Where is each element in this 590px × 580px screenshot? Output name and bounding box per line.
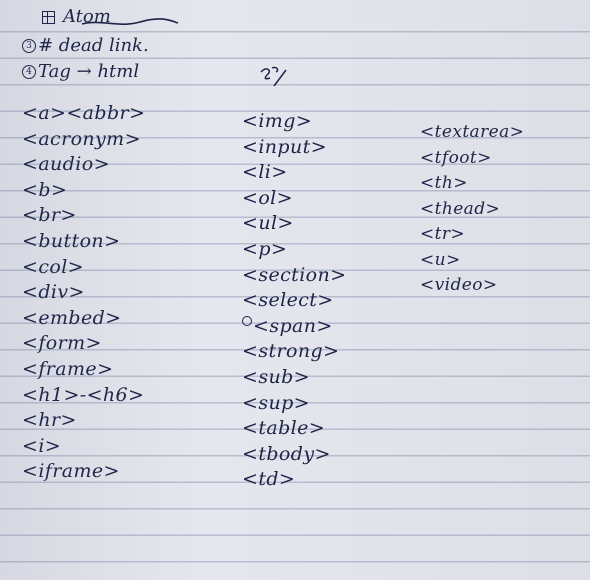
tag-list-item: <col> <box>22 255 84 278</box>
tag-list-item: <table> <box>242 417 326 440</box>
tag-list-item: <p> <box>242 237 288 260</box>
tag-list-item: <ol> <box>242 186 293 209</box>
tag-list-item: <textarea> <box>420 122 525 142</box>
tag-list-item: <br> <box>22 204 77 227</box>
tag-list-item: <hr> <box>22 409 77 432</box>
tag-column-1: <a><abbr> <acronym> <audio> <b> <br> <button>… <box>22 101 145 485</box>
circled-number-icon: 3 <box>22 39 36 53</box>
tag-list-item: <strong> <box>242 340 340 363</box>
tag-list-item: <span> <box>242 314 346 340</box>
tag-list-item: <img> <box>242 110 313 132</box>
tag-list-item: <h1>-<h6> <box>22 383 145 406</box>
tag-list-item: <embed> <box>22 306 122 329</box>
tag-list-item: <section> <box>242 263 347 286</box>
header-line-tag-html: 4 Tag → html <box>22 61 139 82</box>
tag-list-item: <thead> <box>420 198 501 219</box>
tag-list-item: <ul> <box>242 212 294 235</box>
tag-list-item: <u> <box>420 249 461 270</box>
header-dead-link-text: # dead link. <box>38 35 149 56</box>
tag-list-item: <acronym> <box>22 127 141 150</box>
tag-list-item: <tfoot> <box>420 147 492 168</box>
tag-list-item: <input> <box>242 135 327 158</box>
tag-list-item: <tr> <box>420 224 466 244</box>
tag-list-item: <button> <box>22 229 121 252</box>
tag-list-item: <audio> <box>22 153 110 176</box>
tag-list-item: <td> <box>242 468 296 491</box>
tag-list-item: <sup> <box>242 391 310 414</box>
header-tag-text: Tag <box>38 61 71 82</box>
tag-column-3: <textarea> <tfoot> <th> <thead> <tr> <u> <vide… <box>420 120 524 299</box>
tag-list-item: <video> <box>420 275 498 295</box>
tag-list-item: <i> <box>22 434 62 457</box>
tag-list-item: <tbody> <box>242 442 331 465</box>
arrow-text: → <box>76 61 92 82</box>
tag-text: <span> <box>253 314 333 337</box>
header-line-dead-link: 3 # dead link. <box>22 35 149 56</box>
header-title: Atom <box>63 6 111 27</box>
tag-list-item: <div> <box>22 281 85 304</box>
tag-list-item: <b> <box>22 178 68 201</box>
tag-list-item: <form> <box>22 332 102 355</box>
box-bullet-icon <box>42 10 55 24</box>
header-title-line: Atom <box>42 6 111 27</box>
header-html-text: html <box>97 61 140 82</box>
tag-list-item: <a><abbr> <box>22 102 146 124</box>
notebook-page: Atom 3 # dead link. 4 Tag → html <a><abbr>… <box>0 0 590 580</box>
circled-number-icon: 4 <box>22 65 36 79</box>
tag-column-2: <img> <input> <li> <ol> <ul> <p> <section> <sel… <box>242 109 346 493</box>
tag-list-item: <select> <box>242 289 334 312</box>
margin-scribble-icon <box>260 66 287 87</box>
circle-bullet-icon <box>242 315 252 326</box>
tag-list-item: <frame> <box>22 357 114 380</box>
tag-list-item: <sub> <box>242 365 310 388</box>
tag-list-item: <li> <box>242 161 288 184</box>
tag-list-item: <iframe> <box>22 460 120 483</box>
tag-list-item: <th> <box>420 173 468 193</box>
